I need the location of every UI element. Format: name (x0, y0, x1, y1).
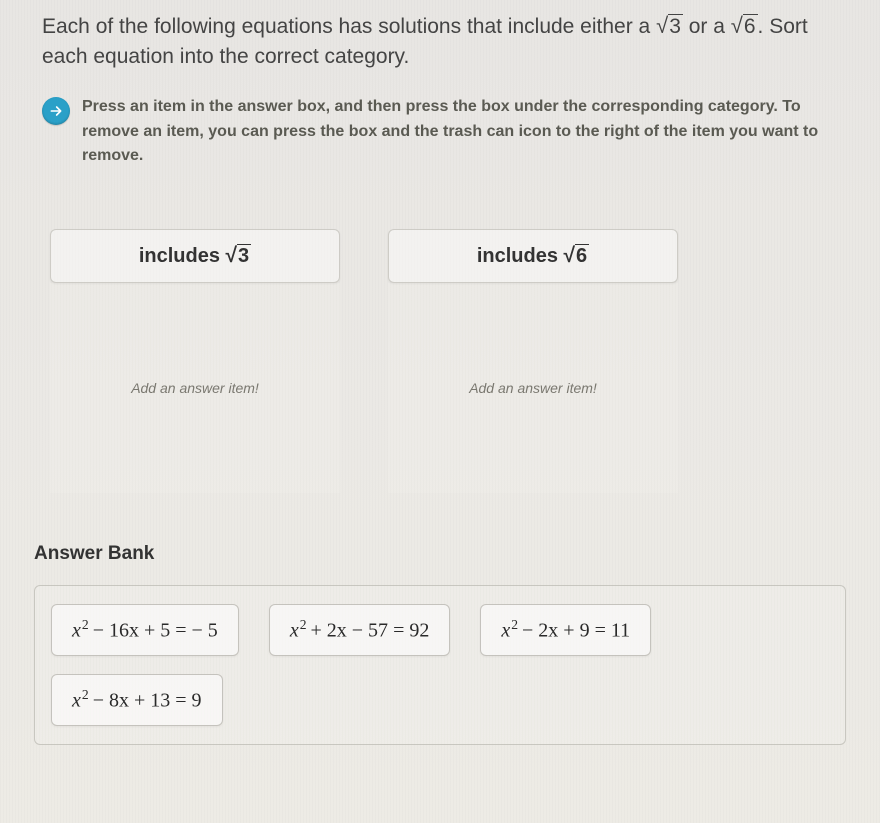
intro-text-mid: or a (683, 15, 731, 38)
category-sqrt6: includes √6 Add an answer item! (388, 229, 678, 493)
instruction-text: Press an item in the answer box, and the… (82, 95, 838, 169)
answer-item-4[interactable]: x2 − 8x + 13 = 9 (51, 674, 223, 726)
sqrt-6: √6 (731, 15, 758, 38)
answer-bank: x2 − 16x + 5 = − 5 x2 + 2x − 57 = 92 x2 … (34, 585, 846, 744)
category-header-sqrt6: includes √6 (388, 229, 678, 283)
category-label-prefix: includes (139, 245, 226, 267)
category-label-prefix: includes (477, 245, 564, 267)
sqrt-3: √3 (656, 15, 683, 38)
answer-items: x2 − 16x + 5 = − 5 x2 + 2x − 57 = 92 x2 … (51, 604, 829, 725)
answer-bank-label: Answer Bank (34, 543, 838, 565)
dropzone-placeholder: Add an answer item! (131, 380, 259, 396)
dropzone-sqrt6[interactable]: Add an answer item! (388, 283, 678, 493)
dropzone-placeholder: Add an answer item! (469, 380, 597, 396)
category-header-sqrt3: includes √3 (50, 229, 340, 283)
category-sqrt3: includes √3 Add an answer item! (50, 229, 340, 493)
sqrt-icon: √3 (226, 245, 252, 267)
categories-container: includes √3 Add an answer item! includes… (42, 229, 838, 493)
instruction-row: Press an item in the answer box, and the… (42, 95, 838, 169)
dropzone-sqrt3[interactable]: Add an answer item! (50, 283, 340, 493)
question-intro: Each of the following equations has solu… (42, 10, 838, 73)
arrow-right-icon (42, 97, 70, 125)
intro-text-1: Each of the following equations has solu… (42, 15, 656, 38)
answer-item-1[interactable]: x2 − 16x + 5 = − 5 (51, 604, 239, 656)
answer-item-2[interactable]: x2 + 2x − 57 = 92 (269, 604, 451, 656)
answer-item-3[interactable]: x2 − 2x + 9 = 11 (480, 604, 651, 656)
sqrt-icon: √6 (564, 245, 590, 267)
